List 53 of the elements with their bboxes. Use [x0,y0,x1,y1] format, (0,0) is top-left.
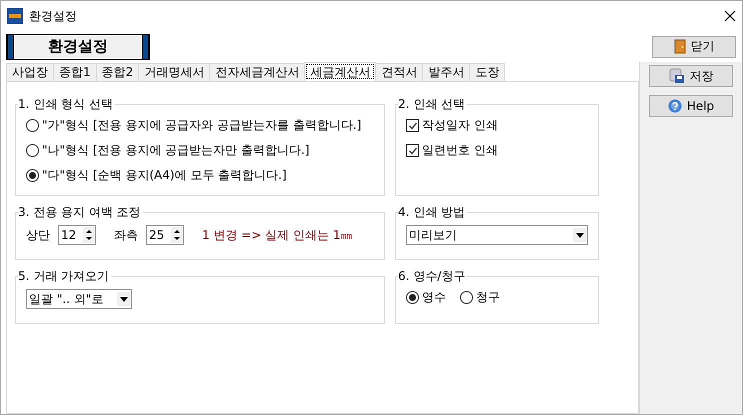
help-icon [668,99,682,113]
radio-option[interactable]: "다"형식 [순백 용지(A4)에 모두 출력합니다.] [26,167,374,184]
print-method-dropdown[interactable]: 미리보기 [406,225,588,245]
app-logo-icon [7,8,23,24]
option-label: 영수 [422,289,446,306]
group-title: 3. 전용 용지 여백 조정 [18,204,142,221]
tab[interactable]: 도장 [469,63,506,81]
title-banner: 환경설정 [6,34,150,60]
checkbox[interactable] [406,119,419,132]
radio-button[interactable] [460,291,473,304]
save-button[interactable]: 저장 [649,65,733,87]
tab[interactable]: 종합2 [96,63,140,81]
number-field[interactable]: 12 [58,225,96,245]
checkbox[interactable] [406,144,419,157]
number-field[interactable]: 25 [146,225,184,245]
option-label: 작성일자 인쇄 [422,117,498,134]
spinner-arrows-icon[interactable] [83,227,95,243]
door-icon [674,39,686,54]
checkbox-option[interactable]: 작성일자 인쇄 [406,117,588,134]
tab[interactable]: 견적서 [375,63,424,81]
group-title: 6. 영수/청구 [398,268,466,285]
spinner-arrows-icon[interactable] [171,227,183,243]
radio-option[interactable]: "나"형식 [전용 용지에 공급받는자만 출력합니다.] [26,142,374,159]
radio-button[interactable] [406,291,419,304]
tab[interactable]: 거래명세서 [138,63,210,81]
group-title: 1. 인쇄 형식 선택 [18,96,114,113]
option-label: 청구 [476,289,500,306]
radio-option[interactable]: 청구 [460,289,500,306]
radio-option[interactable]: 영수 [406,289,446,306]
radio-button[interactable] [26,169,39,182]
help-button[interactable]: Help [649,95,733,117]
margin-note: 1 변경 => 실제 인쇄는 1㎜ [202,226,352,244]
close-icon[interactable] [724,10,736,22]
option-label: "나"형식 [전용 용지에 공급받는자만 출력합니다.] [42,142,310,159]
tab[interactable]: 종합1 [53,63,97,81]
checkbox-option[interactable]: 일련번호 인쇄 [406,142,588,159]
import-dropdown[interactable]: 일괄 ".. 외"로 [26,289,132,309]
tab[interactable]: 발주서 [422,63,470,81]
tab[interactable]: 사업장 [6,63,54,81]
tab[interactable]: 전자세금계산서 [209,63,306,81]
close-button[interactable]: 닫기 [652,36,736,58]
group-title: 4. 인쇄 방법 [398,204,466,221]
field-label: 좌측 [114,226,138,244]
tab[interactable]: 세금계산서 [304,62,376,81]
field-label: 상단 [26,226,50,244]
group-title: 2. 인쇄 선택 [398,96,466,113]
radio-button[interactable] [26,144,39,157]
window-title: 환경설정 [29,8,78,24]
option-label: 일련번호 인쇄 [422,142,498,159]
floppy-disk-icon [668,68,684,84]
group-title: 5. 거래 가져오기 [18,268,110,285]
radio-button[interactable] [26,119,39,132]
option-label: "다"형식 [순백 용지(A4)에 모두 출력합니다.] [42,167,287,184]
